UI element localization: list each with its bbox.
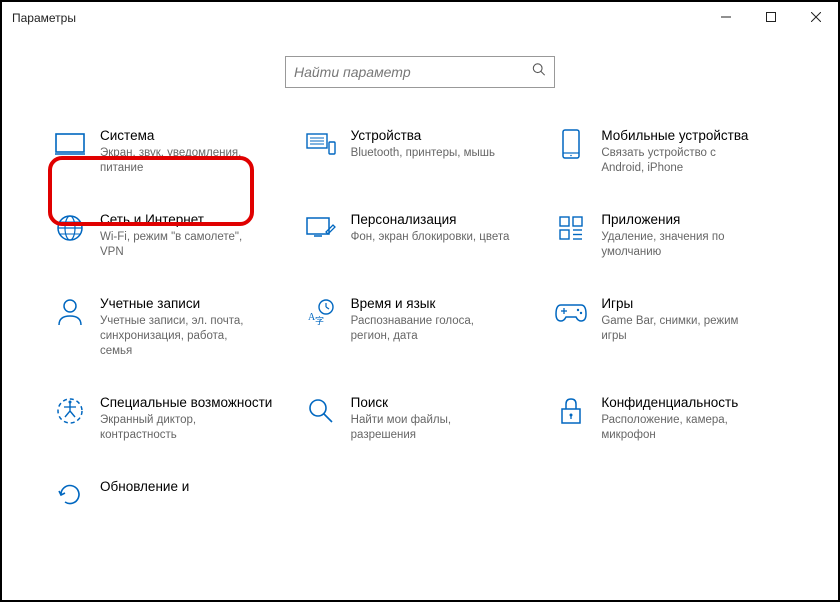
search-icon — [532, 63, 546, 82]
tile-personalization[interactable]: Персонализация Фон, экран блокировки, цв… — [305, 212, 536, 260]
display-icon — [54, 128, 86, 160]
tile-title: Конфиденциальность — [601, 395, 761, 411]
tile-title: Время и язык — [351, 296, 511, 312]
tile-title: Персонализация — [351, 212, 510, 228]
tile-title: Игры — [601, 296, 761, 312]
tile-title: Поиск — [351, 395, 511, 411]
svg-text:字: 字 — [315, 315, 324, 326]
search-icon — [305, 395, 337, 427]
settings-grid: Система Экран, звук, уведомления, питани… — [4, 128, 836, 511]
search-container — [4, 56, 836, 88]
search-box[interactable] — [285, 56, 555, 88]
accessibility-icon — [54, 395, 86, 427]
time-language-icon: A字 — [305, 296, 337, 328]
tile-gaming[interactable]: Игры Game Bar, снимки, режим игры — [555, 296, 786, 359]
tile-title: Специальные возможности — [100, 395, 272, 411]
tile-ease-of-access[interactable]: Специальные возможности Экранный диктор,… — [54, 395, 285, 443]
tile-network[interactable]: Сеть и Интернет Wi-Fi, режим "в самолете… — [54, 212, 285, 260]
tile-title: Обновление и — [100, 479, 189, 495]
apps-icon — [555, 212, 587, 244]
tile-sub: Wi-Fi, режим "в самолете", VPN — [100, 230, 260, 260]
tile-apps[interactable]: Приложения Удаление, значения по умолчан… — [555, 212, 786, 260]
update-icon — [54, 479, 86, 511]
tile-sub: Расположение, камера, микрофон — [601, 413, 761, 443]
tile-sub: Распознавание голоса, регион, дата — [351, 314, 511, 344]
phone-icon — [555, 128, 587, 160]
close-button[interactable] — [793, 2, 838, 32]
tile-search[interactable]: Поиск Найти мои файлы, разрешения — [305, 395, 536, 443]
tile-sub: Связать устройство с Android, iPhone — [601, 146, 761, 176]
tile-sub: Фон, экран блокировки, цвета — [351, 230, 510, 245]
lock-icon — [555, 395, 587, 427]
tile-time-language[interactable]: A字 Время и язык Распознавание голоса, ре… — [305, 296, 536, 359]
tile-title: Учетные записи — [100, 296, 260, 312]
tile-privacy[interactable]: Конфиденциальность Расположение, камера,… — [555, 395, 786, 443]
content-area: Система Экран, звук, уведомления, питани… — [4, 34, 836, 598]
tile-sub: Экранный диктор, контрастность — [100, 413, 260, 443]
tile-phone[interactable]: Мобильные устройства Связать устройство … — [555, 128, 786, 176]
window-title: Параметры — [12, 11, 76, 25]
tile-sub: Game Bar, снимки, режим игры — [601, 314, 761, 344]
person-icon — [54, 296, 86, 328]
tile-sub: Учетные записи, эл. почта, синхронизация… — [100, 314, 260, 359]
tile-sub: Найти мои файлы, разрешения — [351, 413, 511, 443]
personalization-icon — [305, 212, 337, 244]
tile-title: Приложения — [601, 212, 761, 228]
maximize-button[interactable] — [748, 2, 793, 32]
tile-accounts[interactable]: Учетные записи Учетные записи, эл. почта… — [54, 296, 285, 359]
keyboard-icon — [305, 128, 337, 160]
tile-update[interactable]: Обновление и — [54, 479, 285, 511]
tile-title: Устройства — [351, 128, 495, 144]
window-controls — [703, 2, 838, 32]
minimize-button[interactable] — [703, 2, 748, 32]
tile-system[interactable]: Система Экран, звук, уведомления, питани… — [54, 128, 285, 176]
tile-devices[interactable]: Устройства Bluetooth, принтеры, мышь — [305, 128, 536, 176]
globe-icon — [54, 212, 86, 244]
tile-title: Мобильные устройства — [601, 128, 761, 144]
tile-title: Система — [100, 128, 260, 144]
tile-sub: Экран, звук, уведомления, питание — [100, 146, 260, 176]
search-input[interactable] — [294, 64, 546, 80]
gamepad-icon — [555, 296, 587, 328]
tile-title: Сеть и Интернет — [100, 212, 260, 228]
tile-sub: Удаление, значения по умолчанию — [601, 230, 761, 260]
tile-sub: Bluetooth, принтеры, мышь — [351, 146, 495, 161]
